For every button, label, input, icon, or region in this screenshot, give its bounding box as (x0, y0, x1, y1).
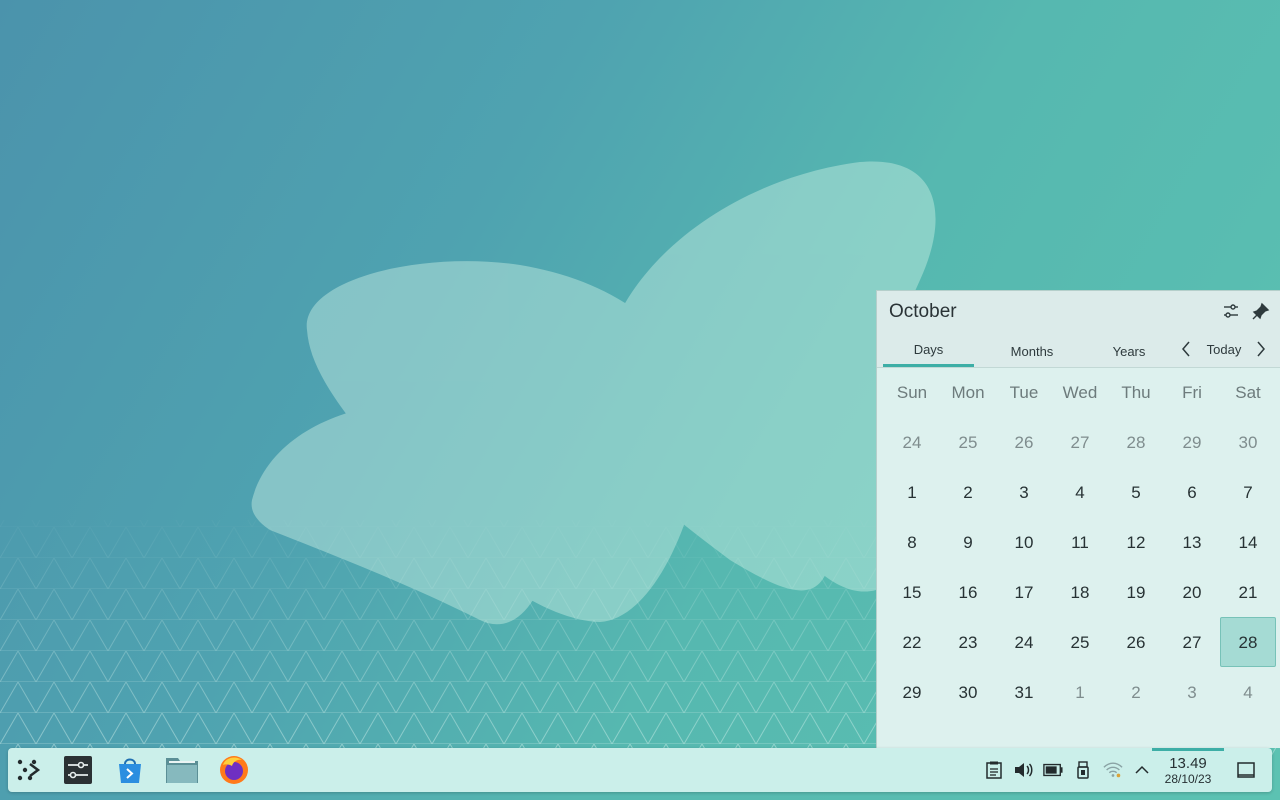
usb-tray-button[interactable] (1073, 760, 1093, 780)
discover-store-button[interactable] (114, 754, 146, 786)
clipboard-tray-button[interactable] (984, 760, 1004, 780)
calendar-day[interactable]: 13 (1164, 519, 1220, 567)
calendar-day[interactable]: 30 (1220, 419, 1276, 467)
clipboard-icon (986, 761, 1002, 779)
tab-years[interactable]: Years (1083, 335, 1175, 367)
calendar-day[interactable]: 24 (996, 619, 1052, 667)
battery-tray-button[interactable] (1043, 760, 1063, 780)
calendar-day[interactable]: 23 (940, 619, 996, 667)
calendar-day-today[interactable]: 28 (1220, 617, 1276, 667)
pin-icon[interactable] (1250, 300, 1272, 322)
calendar-day[interactable]: 26 (1108, 619, 1164, 667)
weekday-wed: Wed (1062, 383, 1098, 402)
discover-store-icon (119, 758, 141, 783)
system-settings-button[interactable] (62, 754, 94, 786)
calendar-day[interactable]: 29 (884, 669, 940, 717)
calendar-day[interactable]: 19 (1108, 569, 1164, 617)
calendar-day[interactable]: 17 (996, 569, 1052, 617)
calendar-day[interactable]: 14 (1220, 519, 1276, 567)
app-launcher-icon (17, 759, 41, 781)
show-desktop-icon (1237, 762, 1255, 778)
calendar-day[interactable]: 1 (1052, 669, 1108, 717)
calendar-day[interactable]: 30 (940, 669, 996, 717)
battery-icon (1043, 763, 1063, 777)
calendar-day[interactable]: 3 (1164, 669, 1220, 717)
previous-month-button[interactable] (1176, 337, 1196, 361)
file-manager-button[interactable] (166, 754, 198, 786)
chevron-right-icon (1257, 341, 1265, 357)
weekday-tue: Tue (1009, 383, 1039, 402)
usb-device-icon (1077, 761, 1089, 779)
calendar-day[interactable]: 18 (1052, 569, 1108, 617)
calendar-day[interactable]: 12 (1108, 519, 1164, 567)
calendar-day[interactable]: 25 (1052, 619, 1108, 667)
firefox-icon (220, 756, 248, 784)
calendar-day[interactable]: 7 (1220, 469, 1276, 517)
today-button[interactable]: Today (1201, 337, 1247, 361)
calendar-day[interactable]: 26 (996, 419, 1052, 467)
calendar-day[interactable]: 5 (1108, 469, 1164, 517)
calendar-day[interactable]: 3 (996, 469, 1052, 517)
clock-time: 13.49 (1169, 755, 1207, 772)
firefox-button[interactable] (218, 754, 250, 786)
calendar-day[interactable]: 27 (1052, 419, 1108, 467)
weekday-sat: Sat (1235, 383, 1261, 402)
file-manager-icon (166, 758, 198, 783)
calendar-day[interactable]: 29 (1164, 419, 1220, 467)
wifi-icon (1103, 762, 1123, 778)
clock-date: 28/10/23 (1164, 772, 1212, 786)
calendar-day[interactable]: 8 (884, 519, 940, 567)
calendar-day[interactable]: 15 (884, 569, 940, 617)
calendar-day[interactable]: 22 (884, 619, 940, 667)
weekday-thu: Thu (1121, 383, 1151, 402)
calendar-header: October Days Months Years Today (877, 291, 1280, 368)
weekday-mon: Mon (951, 383, 985, 402)
calendar-day[interactable]: 16 (940, 569, 996, 617)
show-hidden-icons-button[interactable] (1132, 760, 1152, 780)
digital-clock[interactable]: 13.49 28/10/23 (1152, 748, 1224, 792)
calendar-day[interactable]: 24 (884, 419, 940, 467)
calendar-day[interactable]: 25 (940, 419, 996, 467)
calendar-day[interactable]: 1 (884, 469, 940, 517)
weekday-fri: Fri (1182, 383, 1202, 402)
weekday-sun: Sun (896, 383, 928, 402)
calendar-day[interactable]: 4 (1220, 669, 1276, 717)
system-settings-icon (64, 756, 92, 784)
calendar-day[interactable]: 2 (1108, 669, 1164, 717)
tab-days[interactable]: Days (883, 335, 974, 367)
chevron-up-icon (1135, 765, 1149, 774)
tab-months[interactable]: Months (983, 335, 1081, 367)
app-launcher-button[interactable] (14, 754, 46, 786)
calendar-day[interactable]: 4 (1052, 469, 1108, 517)
calendar-day[interactable]: 2 (940, 469, 996, 517)
calendar-day[interactable]: 11 (1052, 519, 1108, 567)
calendar-day[interactable]: 6 (1164, 469, 1220, 517)
network-tray-button[interactable] (1103, 760, 1123, 780)
calendar-popup: October Days Months Years Today Sun Mon … (876, 290, 1280, 748)
next-month-button[interactable] (1251, 337, 1271, 361)
calendar-day[interactable]: 31 (996, 669, 1052, 717)
configure-icon[interactable] (1220, 300, 1242, 322)
calendar-day[interactable]: 28 (1108, 419, 1164, 467)
calendar-day[interactable]: 21 (1220, 569, 1276, 617)
month-title: October (889, 301, 957, 322)
taskbar: 13.49 28/10/23 (8, 748, 1272, 792)
calendar-day[interactable]: 9 (940, 519, 996, 567)
calendar-day[interactable]: 27 (1164, 619, 1220, 667)
volume-icon (1015, 763, 1033, 777)
chevron-left-icon (1182, 341, 1190, 357)
volume-tray-button[interactable] (1013, 760, 1033, 780)
calendar-day[interactable]: 10 (996, 519, 1052, 567)
calendar-day[interactable]: 20 (1164, 569, 1220, 617)
show-desktop-button[interactable] (1236, 760, 1256, 780)
